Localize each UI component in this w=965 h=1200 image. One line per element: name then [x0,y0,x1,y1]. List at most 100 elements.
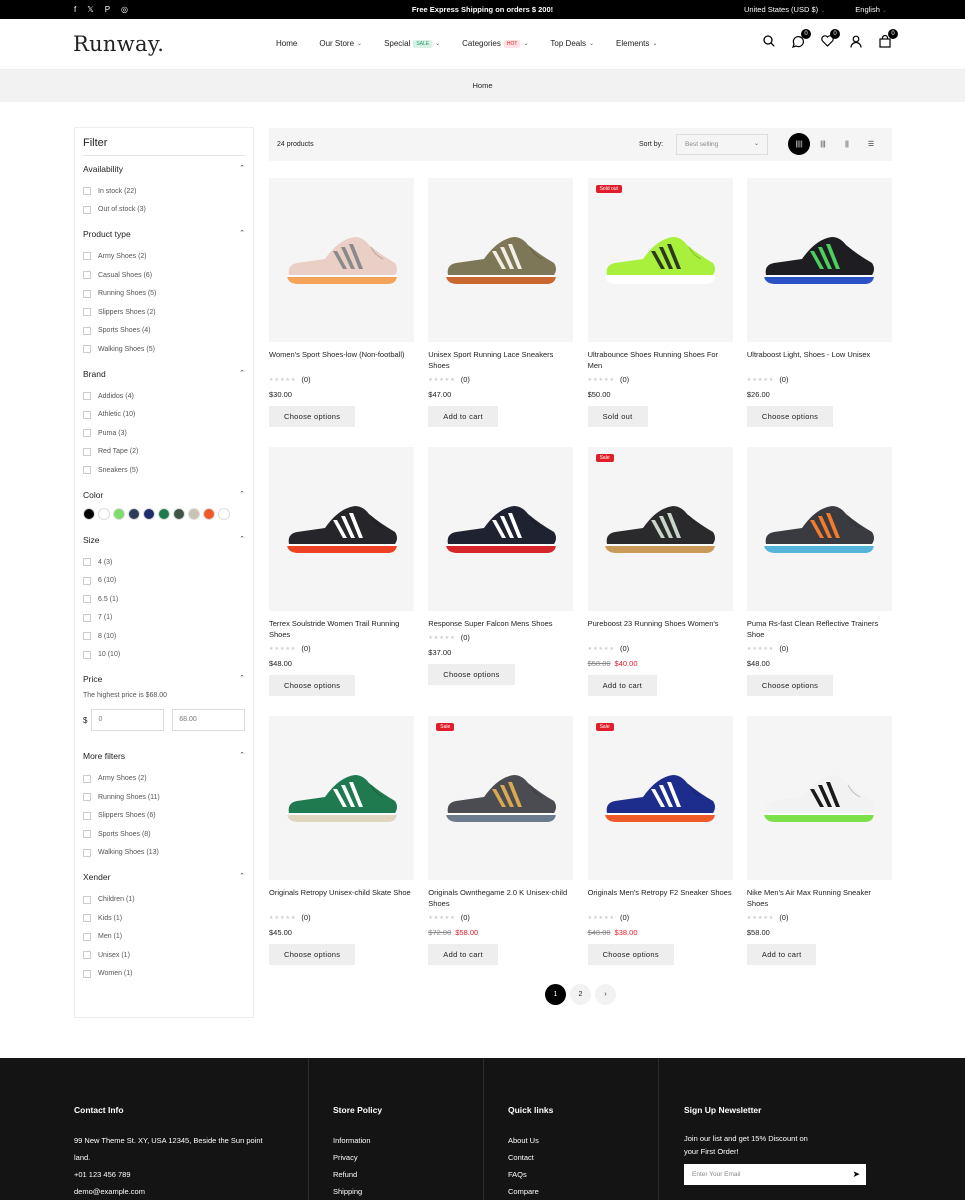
choose-options-button[interactable]: Choose options [269,675,356,696]
filter-option[interactable]: Sports Shoes (4) [83,322,245,341]
product-card[interactable]: Originals Retropy Unisex-child Skate Sho… [269,716,414,985]
product-image[interactable]: Sold out [587,178,733,342]
color-swatch[interactable] [128,507,140,520]
nav-item-home[interactable]: Home [276,39,297,48]
filter-header[interactable]: Brand ⌃ [83,369,245,379]
checkbox[interactable] [83,650,91,659]
sort-select[interactable]: Best selling ⌄ [676,134,768,155]
footer-link[interactable]: Privacy [333,1149,453,1166]
filter-option[interactable]: Men (1) [83,927,245,946]
product-card[interactable]: Sale Originals Men's Retropy F2 Sneaker S… [587,716,733,985]
product-image[interactable]: Sale [428,716,574,880]
filter-option[interactable]: 6.5 (1) [83,590,245,609]
product-card[interactable]: Nike Men's Air Max Running Sneaker Shoes… [746,716,892,985]
product-image[interactable] [746,178,892,342]
footer-link[interactable]: About Us [508,1132,628,1149]
wishlist-icon[interactable]: 0 [819,29,840,49]
filter-option[interactable]: Unisex (1) [83,946,245,965]
footer-link[interactable]: Information [333,1132,453,1149]
checkbox[interactable] [83,326,91,335]
product-card[interactable]: Sale Pureboost 23 Running Shoes Women's ★★… [587,447,733,716]
checkbox[interactable] [83,811,91,820]
checkbox[interactable] [83,289,91,298]
filter-option[interactable]: Sneakers (5) [83,461,245,480]
account-icon[interactable] [848,33,864,49]
filter-option[interactable]: Walking Shoes (13) [83,844,245,863]
filter-option[interactable]: Addidos (4) [83,387,245,406]
filter-option[interactable]: 6 (10) [83,571,245,590]
footer-link[interactable]: Compare [508,1183,628,1200]
checkbox[interactable] [83,969,91,978]
page-button[interactable]: 1 [545,984,566,1005]
product-card[interactable]: Terrex Soulstride Women Trail Running Sh… [269,447,414,716]
filter-option[interactable]: Walking Shoes (5) [83,340,245,359]
choose-options-button[interactable]: Choose options [269,944,356,965]
product-name[interactable]: Nike Men's Air Max Running Sneaker Shoes [747,887,892,909]
checkbox[interactable] [83,576,91,585]
grid-4-view-icon[interactable]: |||| [788,133,810,155]
filter-option[interactable]: Running Shoes (11) [83,788,245,807]
add-to-cart-button[interactable]: Add to cart [428,406,498,427]
product-name[interactable]: Terrex Soulstride Women Trail Running Sh… [269,618,414,640]
filter-option[interactable]: Sports Shoes (8) [83,825,245,844]
nav-item-categories[interactable]: Categories HOT ⌄ [462,39,528,48]
choose-options-button[interactable]: Choose options [746,406,834,427]
send-icon[interactable]: ➤ [852,1164,860,1185]
checkbox[interactable] [83,392,91,401]
checkbox[interactable] [83,793,91,802]
compare-icon[interactable]: 0 [790,29,811,49]
footer-phone[interactable]: +01 123 456 789 [74,1166,274,1183]
currency-selector[interactable]: United States (USD $) ⌄ [744,5,825,14]
color-swatch[interactable] [113,507,125,520]
product-card[interactable]: Puma Rs-fast Clean Reflective Trainers S… [746,447,892,716]
product-image[interactable] [746,447,892,611]
checkbox[interactable] [83,205,91,214]
filter-header[interactable]: More filters ⌃ [83,751,245,761]
price-min-input[interactable]: 0 [91,709,165,732]
newsletter-email-input[interactable]: Enter Your Email ➤ [684,1164,866,1185]
checkbox[interactable] [83,613,91,622]
filter-option[interactable]: Army Shoes (2) [83,247,245,266]
search-icon[interactable] [761,33,777,49]
checkbox[interactable] [83,914,91,923]
product-image[interactable] [269,716,414,880]
choose-options-button[interactable]: Choose options [269,406,356,427]
filter-option[interactable]: Out of stock (3) [83,201,245,220]
filter-header[interactable]: Price ⌃ [83,674,245,684]
product-name[interactable]: Puma Rs-fast Clean Reflective Trainers S… [747,618,892,640]
nav-item-top-deals[interactable]: Top Deals ⌄ [550,39,594,48]
checkbox[interactable] [83,187,91,196]
checkbox[interactable] [83,429,91,438]
footer-link[interactable]: FAQs [508,1166,628,1183]
product-name[interactable]: Response Super Falcon Mens Shoes [428,618,573,629]
filter-option[interactable]: Army Shoes (2) [83,769,245,788]
filter-option[interactable]: Slippers Shoes (6) [83,806,245,825]
filter-option[interactable]: 8 (10) [83,627,245,646]
product-name[interactable]: Originals Retropy Unisex-child Skate Sho… [269,887,414,909]
product-image[interactable] [269,178,414,342]
checkbox[interactable] [83,345,91,354]
filter-header[interactable]: Xender ⌃ [83,872,245,882]
filter-option[interactable]: Women (1) [83,965,245,984]
add-to-cart-button[interactable]: Add to cart [746,944,817,965]
add-to-cart-button[interactable]: Add to cart [428,944,498,965]
product-name[interactable]: Unisex Sport Running Lace Sneakers Shoes [428,349,573,371]
product-card[interactable]: Unisex Sport Running Lace Sneakers Shoes… [428,178,574,447]
choose-options-button[interactable]: Choose options [428,664,515,685]
product-image[interactable]: Sale [587,447,733,611]
filter-header[interactable]: Availability ⌃ [83,164,245,174]
checkbox[interactable] [83,271,91,280]
filter-option[interactable]: Puma (3) [83,424,245,443]
footer-email[interactable]: demo@example.com [74,1183,274,1200]
checkbox[interactable] [83,558,91,567]
filter-option[interactable]: Casual Shoes (6) [83,266,245,285]
color-swatch[interactable] [83,507,95,520]
checkbox[interactable] [83,830,91,839]
filter-option[interactable]: Athletic (10) [83,405,245,424]
list-view-icon[interactable]: ☰ [860,133,882,155]
logo[interactable]: Runway. [73,32,164,56]
color-swatch[interactable] [188,507,200,520]
footer-link[interactable]: Contact [508,1149,628,1166]
nav-item-our-store[interactable]: Our Store ⌄ [319,39,362,48]
checkbox[interactable] [83,895,91,904]
